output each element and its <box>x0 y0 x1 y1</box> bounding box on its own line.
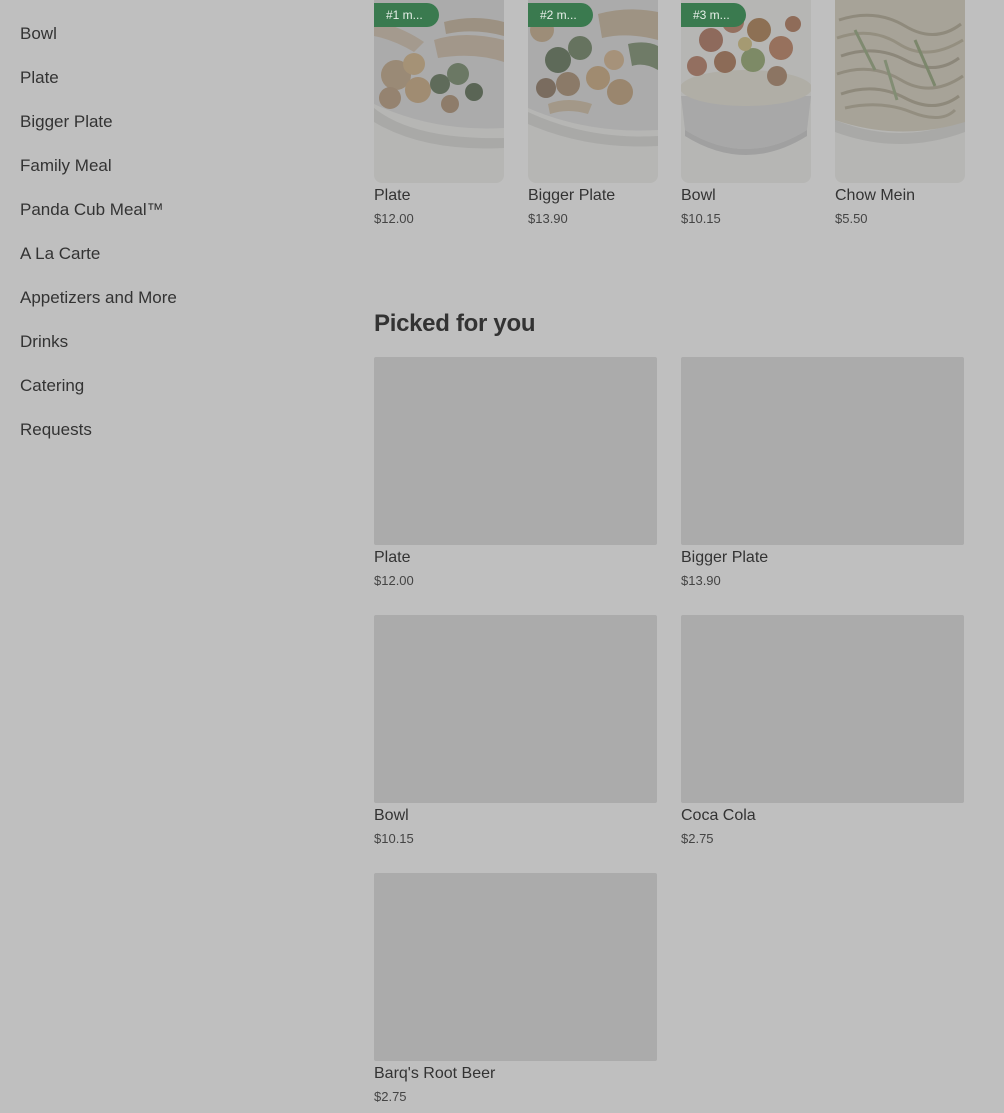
ranking-badge: #2 m... <box>528 3 593 27</box>
item-image-placeholder <box>374 357 657 545</box>
item-price: $12.00 <box>374 573 414 588</box>
sidebar-item-bowl[interactable]: Bowl <box>20 22 177 66</box>
category-sidebar: Bowl Plate Bigger Plate Family Meal Pand… <box>0 0 340 1111</box>
picked-card-coca-cola[interactable]: Coca Cola $2.75 <box>681 615 964 855</box>
picked-card-plate[interactable]: Plate $12.00 <box>374 357 657 597</box>
item-name: Bowl <box>374 807 409 824</box>
sidebar-item-panda-cub-meal[interactable]: Panda Cub Meal™ <box>20 198 177 242</box>
item-name: Plate <box>374 549 411 566</box>
item-image-placeholder <box>374 615 657 803</box>
item-name: Barq's Root Beer <box>374 1065 496 1082</box>
item-name: Bowl <box>681 187 716 204</box>
item-name: Plate <box>374 187 411 204</box>
featured-card-bigger-plate[interactable]: #2 m... Bigger Plate $13.90 <box>528 0 658 226</box>
bigger-plate-food-image: #2 m... <box>528 0 658 183</box>
sidebar-item-family-meal[interactable]: Family Meal <box>20 154 177 198</box>
ranking-badge: #3 m... <box>681 3 746 27</box>
featured-card-plate[interactable]: #1 m... Plate $12.00 <box>374 0 504 226</box>
section-title-picked-for-you: Picked for you <box>374 310 536 337</box>
item-price: $2.75 <box>681 831 714 846</box>
sidebar-item-catering[interactable]: Catering <box>20 374 177 418</box>
item-price: $13.90 <box>681 573 721 588</box>
item-price: $5.50 <box>835 211 868 226</box>
item-name: Bigger Plate <box>681 549 769 566</box>
ranking-badge: #1 m... <box>374 3 439 27</box>
picked-card-bigger-plate[interactable]: Bigger Plate $13.90 <box>681 357 964 597</box>
picked-card-barqs-root-beer[interactable]: Barq's Root Beer $2.75 <box>374 873 657 1113</box>
menu-main: #1 m... Plate $12.00 #2 m... Bigger Plat… <box>374 0 965 1113</box>
picked-card-bowl[interactable]: Bowl $10.15 <box>374 615 657 855</box>
item-price: $2.75 <box>374 1089 407 1104</box>
featured-carousel: #1 m... Plate $12.00 #2 m... Bigger Plat… <box>374 0 965 240</box>
sidebar-item-drinks[interactable]: Drinks <box>20 330 177 374</box>
sidebar-item-appetizers[interactable]: Appetizers and More <box>20 286 177 330</box>
sidebar-item-bigger-plate[interactable]: Bigger Plate <box>20 110 177 154</box>
plate-food-image: #1 m... <box>374 0 504 183</box>
item-price: $10.15 <box>374 831 414 846</box>
featured-card-bowl[interactable]: #3 m... Bowl $10.15 <box>681 0 811 226</box>
item-price: $13.90 <box>528 211 568 226</box>
bigger-plate-food-illustration <box>528 0 658 183</box>
sidebar-item-plate[interactable]: Plate <box>20 66 177 110</box>
sidebar-item-a-la-carte[interactable]: A La Carte <box>20 242 177 286</box>
item-name: Chow Mein <box>835 187 916 204</box>
bowl-food-illustration <box>681 0 811 183</box>
item-image-placeholder <box>681 615 964 803</box>
sidebar-item-requests[interactable]: Requests <box>20 418 177 462</box>
item-name: Coca Cola <box>681 807 756 824</box>
bowl-food-image: #3 m... <box>681 0 811 183</box>
chow-mein-food-illustration <box>835 0 965 183</box>
item-price: $12.00 <box>374 211 414 226</box>
plate-food-illustration <box>374 0 504 183</box>
category-list: Bowl Plate Bigger Plate Family Meal Pand… <box>20 22 177 462</box>
item-image-placeholder <box>374 873 657 1061</box>
item-name: Bigger Plate <box>528 187 616 204</box>
item-image-placeholder <box>681 357 964 545</box>
item-price: $10.15 <box>681 211 721 226</box>
featured-card-chow-mein[interactable]: Chow Mein $5.50 <box>835 0 965 226</box>
chow-mein-food-image <box>835 0 965 183</box>
